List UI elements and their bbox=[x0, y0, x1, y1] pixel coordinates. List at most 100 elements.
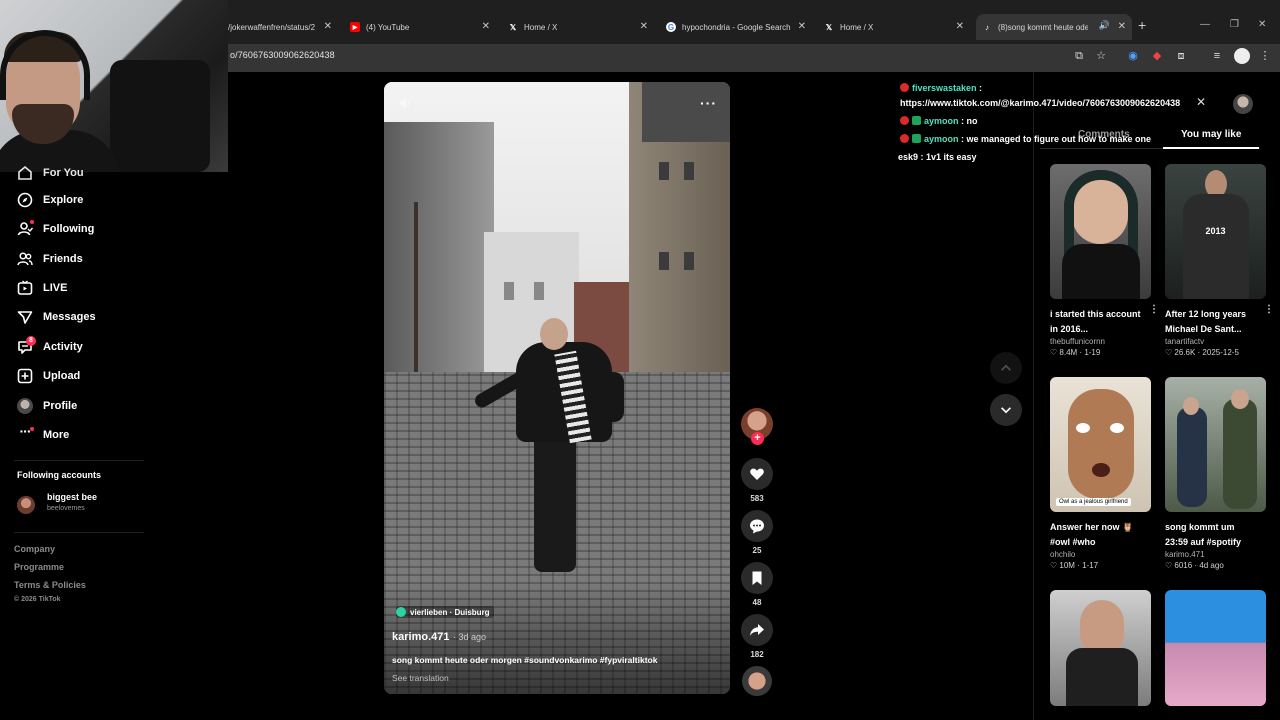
following-accounts-heading: Following accounts bbox=[17, 470, 102, 480]
close-icon[interactable]: ✕ bbox=[640, 21, 648, 32]
chevron-up-icon bbox=[1001, 364, 1011, 371]
follow-plus-icon[interactable]: + bbox=[751, 432, 764, 445]
footer-link-company[interactable]: Company bbox=[14, 544, 55, 554]
browser-tab-5[interactable]: 𝕏 Home / X ✕ bbox=[818, 14, 970, 40]
browser-tab-active[interactable]: ♪ (8)song kommt heute oder 🔊 ✕ bbox=[976, 14, 1132, 40]
compass-icon bbox=[16, 191, 34, 209]
sidebar-item-more[interactable]: ··· More bbox=[16, 423, 70, 446]
location-tag[interactable]: vierlieben · Duisburg bbox=[396, 606, 494, 618]
video-person bbox=[534, 432, 576, 572]
sidebar-item-profile[interactable]: Profile bbox=[16, 395, 77, 417]
card-date: 4d ago bbox=[1199, 561, 1224, 570]
card-date: 2025-12-5 bbox=[1202, 348, 1239, 357]
video-player[interactable] bbox=[384, 82, 730, 694]
browser-menu-icon[interactable]: ⋮ bbox=[1258, 49, 1272, 63]
card-author: ohchilo bbox=[1050, 550, 1076, 559]
browser-tab-2[interactable]: ▶ (4) YouTube ✕ bbox=[344, 14, 496, 40]
see-translation-link[interactable]: See translation bbox=[392, 673, 449, 683]
card-date: 1-17 bbox=[1082, 561, 1099, 570]
chat-username: aymoon bbox=[924, 134, 959, 144]
friends-icon bbox=[16, 250, 34, 268]
more-options-icon[interactable]: ··· bbox=[700, 95, 717, 111]
browser-tab-4[interactable]: G hypochondria - Google Search ✕ bbox=[660, 14, 812, 40]
video-scene-window bbox=[534, 282, 544, 300]
recommended-video-card[interactable]: 2013 ⋮ After 12 long years Michael De Sa… bbox=[1165, 164, 1274, 357]
chat-separator: : bbox=[976, 83, 983, 93]
puzzle-extensions-icon[interactable]: ⧈ bbox=[1174, 49, 1188, 63]
save-button[interactable]: 48 bbox=[741, 562, 773, 607]
heart-icon bbox=[741, 458, 773, 490]
profile-avatar[interactable] bbox=[1234, 48, 1250, 64]
url-field[interactable]: o/7606763009062620438 bbox=[230, 50, 335, 60]
recommended-video-card[interactable]: ⋮ i started this account in 2016... theb… bbox=[1050, 164, 1159, 357]
close-icon[interactable]: ✕ bbox=[956, 21, 964, 32]
tab-you-may-like[interactable]: You may like bbox=[1181, 129, 1241, 140]
google-icon: G bbox=[666, 22, 676, 32]
chair bbox=[110, 60, 210, 172]
share-button[interactable]: 182 bbox=[741, 614, 773, 659]
chat-text: we managed to figure out how to make one bbox=[966, 134, 1152, 144]
sidebar-item-live[interactable]: LIVE bbox=[16, 277, 67, 299]
location-label: vierlieben · Duisburg bbox=[410, 607, 490, 617]
volume-icon[interactable] bbox=[398, 96, 412, 110]
close-icon[interactable]: ✕ bbox=[482, 21, 490, 32]
card-meta: ♡ 6016 · 4d ago bbox=[1165, 561, 1224, 570]
video-thumbnail bbox=[1165, 377, 1266, 512]
thumbnail-overlay-text: Owl as a jealous girlfriend bbox=[1056, 498, 1131, 506]
chat-separator: : bbox=[958, 116, 967, 126]
recommended-video-card[interactable] bbox=[1165, 590, 1266, 706]
browser-tab-1[interactable]: /jokerwaffenfren/status/2 ✕ bbox=[228, 14, 338, 40]
card-title: Answer her now 🦉 #owl #who bbox=[1050, 522, 1134, 547]
sidebar-item-label: LIVE bbox=[43, 282, 68, 294]
panel-divider bbox=[1033, 72, 1034, 720]
new-tab-button[interactable]: + bbox=[1138, 17, 1146, 33]
close-icon[interactable]: ✕ bbox=[798, 21, 806, 32]
profile-avatar bbox=[16, 397, 34, 415]
close-icon[interactable]: ✕ bbox=[1118, 21, 1126, 32]
sidebar-item-for-you[interactable]: For You bbox=[16, 162, 84, 184]
browser-tab-3[interactable]: 𝕏 Home / X ✕ bbox=[502, 14, 654, 40]
comment-button[interactable]: 25 bbox=[741, 510, 773, 555]
extension-icon[interactable]: ◆ bbox=[1150, 49, 1164, 63]
minimize-icon[interactable]: — bbox=[1200, 19, 1210, 30]
chat-message: esk9 : 1v1 its easy bbox=[898, 152, 977, 162]
sidebar-item-activity[interactable]: 8 Activity bbox=[16, 336, 83, 358]
upload-icon bbox=[16, 367, 34, 385]
card-author: tanartifactv bbox=[1165, 337, 1205, 346]
more-options-icon[interactable]: ⋮ bbox=[1149, 304, 1159, 315]
recommended-video-card[interactable]: song kommt um 23:59 auf #spotify karimo.… bbox=[1165, 377, 1266, 570]
sidebar-item-upload[interactable]: Upload bbox=[16, 365, 80, 387]
sidebar-item-messages[interactable]: Messages bbox=[16, 306, 96, 328]
footer-link-terms[interactable]: Terms & Policies bbox=[14, 580, 86, 590]
restore-icon[interactable]: ❐ bbox=[1230, 19, 1239, 30]
speaker-icon[interactable]: 🔊 bbox=[1099, 20, 1110, 31]
user-avatar[interactable] bbox=[1233, 94, 1253, 114]
extension-icon[interactable]: ◉ bbox=[1126, 49, 1140, 63]
following-icon bbox=[16, 220, 34, 238]
next-video-button[interactable] bbox=[990, 394, 1022, 426]
card-title: After 12 long years Michael De Sant... bbox=[1165, 309, 1247, 334]
close-window-icon[interactable]: ✕ bbox=[1258, 19, 1266, 30]
close-icon[interactable]: ✕ bbox=[324, 21, 332, 32]
install-app-icon[interactable]: ⧉ bbox=[1072, 49, 1086, 63]
recommended-video-card[interactable] bbox=[1050, 590, 1151, 706]
bookmark-star-icon[interactable]: ☆ bbox=[1094, 49, 1108, 63]
music-disc[interactable] bbox=[742, 666, 772, 696]
more-options-icon[interactable]: ⋮ bbox=[1264, 304, 1274, 315]
sub-badge-icon bbox=[912, 134, 921, 143]
sidebar-item-following[interactable]: Following bbox=[16, 218, 94, 240]
footer-link-programme[interactable]: Programme bbox=[14, 562, 64, 572]
recommended-video-card[interactable]: Owl as a jealous girlfriend Answer her n… bbox=[1050, 377, 1151, 570]
close-icon[interactable]: ✕ bbox=[1196, 95, 1206, 109]
sidebar-item-label: Upload bbox=[43, 370, 81, 382]
card-views: 10M bbox=[1059, 561, 1075, 570]
card-meta: ♡ 8.4M · 1-19 bbox=[1050, 348, 1101, 357]
media-control-icon[interactable]: ≡ bbox=[1210, 49, 1224, 63]
x-icon: 𝕏 bbox=[825, 22, 833, 32]
sidebar-item-friends[interactable]: Friends bbox=[16, 248, 83, 270]
sidebar-item-label: Activity bbox=[43, 341, 83, 353]
previous-video-button[interactable] bbox=[990, 352, 1022, 384]
sidebar-item-explore[interactable]: Explore bbox=[16, 189, 83, 211]
video-author[interactable]: karimo.471 bbox=[392, 631, 449, 643]
like-button[interactable]: 583 bbox=[741, 458, 773, 503]
